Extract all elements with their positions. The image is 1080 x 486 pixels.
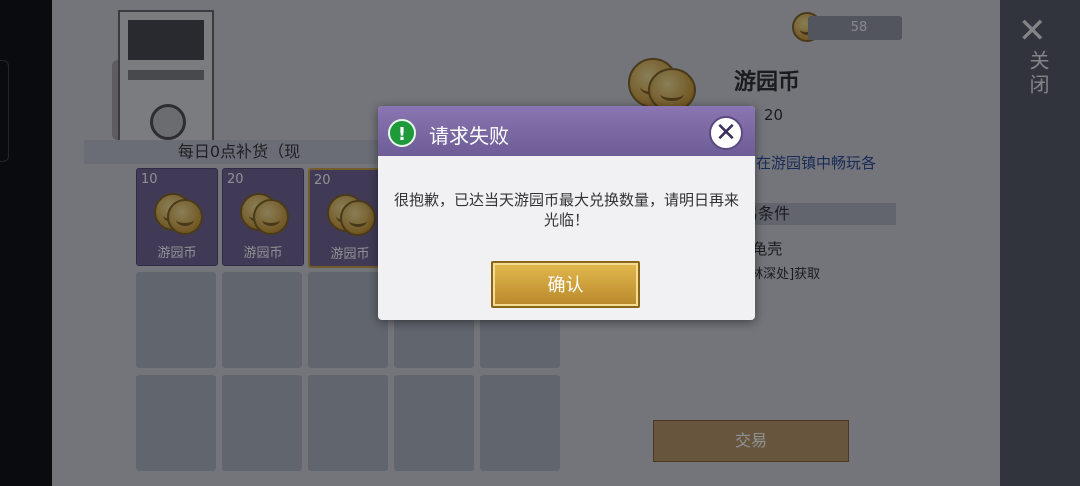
empty-slot[interactable] bbox=[394, 375, 474, 471]
close-icon[interactable]: ✕ bbox=[1018, 14, 1047, 48]
dialog-header: ! 请求失败 ✕ bbox=[378, 106, 755, 156]
item-qty: 20 bbox=[314, 173, 331, 188]
item-qty: 20 bbox=[227, 172, 244, 187]
empty-slot[interactable] bbox=[136, 375, 216, 471]
side-tab[interactable] bbox=[0, 60, 9, 162]
restock-notice: 每日0点补货（现 bbox=[84, 140, 394, 164]
close-label[interactable]: 关闭 bbox=[1024, 50, 1053, 98]
empty-slot[interactable] bbox=[222, 375, 302, 471]
error-dialog: ! 请求失败 ✕ 很抱歉，已达当天游园币最大兑换数量，请明日再来光临！ 确认 bbox=[378, 106, 755, 320]
confirm-button[interactable]: 确认 bbox=[491, 261, 640, 308]
item-title: 游园币 bbox=[734, 70, 801, 95]
vending-machine-image bbox=[118, 10, 214, 144]
trade-button[interactable]: 交易 bbox=[653, 420, 849, 462]
empty-slot[interactable] bbox=[222, 272, 302, 368]
item-name: 游园币 bbox=[157, 246, 197, 261]
item-qty: 10 bbox=[141, 172, 158, 187]
dialog-title: 请求失败 bbox=[429, 124, 509, 148]
shop-item-0[interactable]: 10 游园币 bbox=[136, 168, 218, 266]
dialog-message: 很抱歉，已达当天游园币最大兑换数量，请明日再来光临！ bbox=[394, 191, 740, 229]
empty-slot[interactable] bbox=[308, 375, 388, 471]
dialog-close-icon[interactable]: ✕ bbox=[709, 116, 743, 150]
shop-item-1[interactable]: 20 游园币 bbox=[222, 168, 304, 266]
empty-slot[interactable] bbox=[136, 272, 216, 368]
left-edge bbox=[0, 0, 52, 486]
exclamation-icon: ! bbox=[388, 119, 416, 147]
coin-balance: 58 bbox=[808, 16, 902, 40]
item-name: 游园币 bbox=[243, 246, 283, 261]
empty-slot[interactable] bbox=[480, 375, 560, 471]
empty-slot[interactable] bbox=[308, 272, 388, 368]
